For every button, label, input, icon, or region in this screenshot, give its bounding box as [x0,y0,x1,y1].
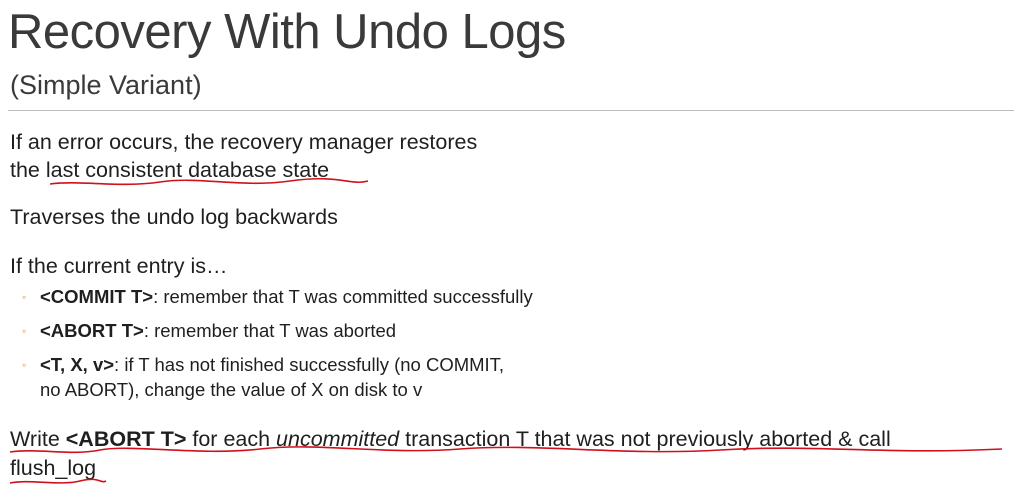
bullet-bold: <T, X, v> [40,354,115,375]
bullet-text: : remember that T was aborted [143,320,397,341]
paragraph-4-line-2: flush_log [10,456,97,480]
p4-part-1: Write [10,427,66,451]
bullet-marker-icon: ◦ [22,358,27,372]
title-divider [8,110,1014,111]
bullet-bold: <ABORT T> [40,320,144,341]
paragraph-1-line-1: If an error occurs, the recovery manager… [10,130,478,154]
bullet-text: : remember that T was committed successf… [153,286,533,307]
p4-part-2: for each [186,427,277,451]
bullet-text: : if T has not finished successfully (no… [114,354,505,375]
slide: Recovery With Undo Logs (Simple Variant)… [0,0,1018,497]
bullet-item-update: <T, X, v>: if T has not finished success… [40,353,504,377]
p4-italic: uncommitted [276,427,400,451]
p4-bold: <ABORT T> [65,427,187,451]
paragraph-4-line-1: Write <ABORT T> for each uncommitted tra… [10,425,891,453]
p1-highlight: last consistent database state [45,158,330,182]
p4-part-3: transaction T that was not previously ab… [399,427,891,451]
paragraph-2: Traverses the undo log backwards [10,205,338,229]
bullet-item-abort: <ABORT T>: remember that T was aborted [40,319,396,343]
bullet-item-commit: <COMMIT T>: remember that T was committe… [40,285,533,309]
bullet-item-update-line-2: no ABORT), change the value of X on disk… [40,379,423,400]
slide-title: Recovery With Undo Logs [8,5,566,59]
p1-prefix: the [10,158,46,182]
paragraph-3: If the current entry is… [10,254,228,278]
bullet-marker-icon: ◦ [22,324,27,338]
bullet-marker-icon: ◦ [22,290,27,304]
bullet-bold: <COMMIT T> [40,286,154,307]
paragraph-1-line-2: the last consistent database state [10,156,329,184]
slide-subtitle: (Simple Variant) [10,70,202,100]
